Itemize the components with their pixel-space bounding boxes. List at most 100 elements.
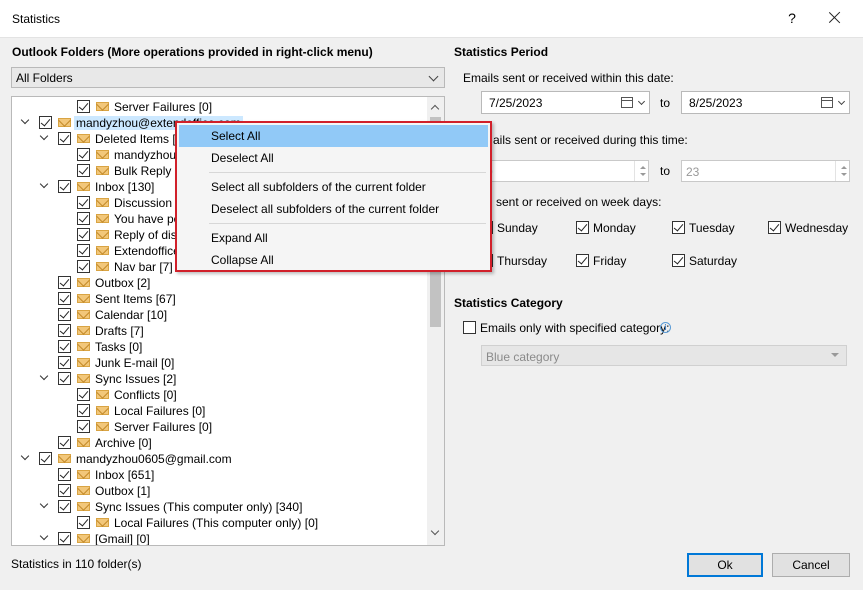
tree-row[interactable]: Local Failures [0] xyxy=(12,403,427,419)
folder-checkbox[interactable] xyxy=(58,324,71,337)
tree-row[interactable]: Sent Items [67] xyxy=(12,291,427,307)
tree-row[interactable]: Junk E-mail [0] xyxy=(12,355,427,371)
tree-row[interactable]: mandyzhou0605@gmail.com xyxy=(12,451,427,467)
folder-checkbox[interactable] xyxy=(58,276,71,289)
folder-checkbox[interactable] xyxy=(77,404,90,417)
scroll-up-icon[interactable] xyxy=(431,103,439,111)
tree-row[interactable]: Calendar [10] xyxy=(12,307,427,323)
title-bar: Statistics ? xyxy=(0,0,863,38)
chevron-down-icon[interactable] xyxy=(39,373,49,383)
tree-row[interactable]: Drafts [7] xyxy=(12,323,427,339)
folder-checkbox[interactable] xyxy=(58,180,71,193)
tree-row-label: Outbox [1] xyxy=(95,484,151,498)
context-menu-item[interactable]: Select All xyxy=(179,125,488,147)
chevron-down-icon[interactable] xyxy=(39,501,49,511)
chevron-down-icon[interactable] xyxy=(20,117,30,127)
tree-row[interactable]: Inbox [651] xyxy=(12,467,427,483)
context-menu-item[interactable]: Select all subfolders of the current fol… xyxy=(179,176,488,198)
close-icon[interactable] xyxy=(825,8,845,28)
mail-folder-icon xyxy=(96,150,109,159)
folder-checkbox[interactable] xyxy=(77,420,90,433)
folder-checkbox[interactable] xyxy=(58,356,71,369)
chevron-down-icon[interactable] xyxy=(39,533,49,543)
tuesday-checkbox[interactable] xyxy=(672,221,685,234)
category-select[interactable]: Blue category xyxy=(481,345,847,366)
tree-row-label: mandyzhou0605@gmail.com xyxy=(76,452,232,466)
spin-up-icon[interactable] xyxy=(639,164,646,170)
folder-checkbox[interactable] xyxy=(77,148,90,161)
tree-row[interactable]: Server Failures [0] xyxy=(12,419,427,435)
time-from-spinner[interactable]: 0 xyxy=(481,160,649,182)
help-button[interactable]: ? xyxy=(782,8,802,28)
mail-folder-icon xyxy=(96,262,109,271)
folder-checkbox[interactable] xyxy=(77,196,90,209)
folder-checkbox[interactable] xyxy=(39,452,52,465)
mail-folder-icon xyxy=(77,374,90,383)
folder-checkbox[interactable] xyxy=(58,436,71,449)
mail-folder-icon xyxy=(96,214,109,223)
saturday-checkbox[interactable] xyxy=(672,254,685,267)
mail-folder-icon xyxy=(96,246,109,255)
folder-checkbox[interactable] xyxy=(77,212,90,225)
tree-row-label: Sent Items [67] xyxy=(95,292,176,306)
tree-row[interactable]: [Gmail] [0] xyxy=(12,531,427,545)
tree-row[interactable]: Outbox [1] xyxy=(12,483,427,499)
tree-row-label: Sync Issues (This computer only) [340] xyxy=(95,500,303,514)
spin-down-icon[interactable] xyxy=(639,173,646,179)
tree-row[interactable]: Conflicts [0] xyxy=(12,387,427,403)
tree-row[interactable]: Sync Issues [2] xyxy=(12,371,427,387)
mail-folder-icon xyxy=(77,502,90,511)
spin-up-icon[interactable] xyxy=(840,164,847,170)
context-menu-item[interactable]: Expand All xyxy=(179,227,488,249)
ok-button[interactable]: Ok xyxy=(687,553,763,577)
folder-checkbox[interactable] xyxy=(58,500,71,513)
folder-checkbox[interactable] xyxy=(77,388,90,401)
time-to-value: 23 xyxy=(686,165,700,179)
folder-checkbox[interactable] xyxy=(77,100,90,113)
spin-down-icon[interactable] xyxy=(840,173,847,179)
period-section-label: Statistics Period xyxy=(454,45,549,59)
tree-row-label: Deleted Items [4] xyxy=(95,132,186,146)
time-to-spinner[interactable]: 23 xyxy=(681,160,850,182)
context-menu-item[interactable]: Deselect All xyxy=(179,147,488,169)
category-checkbox[interactable] xyxy=(463,321,476,334)
tree-row[interactable]: Tasks [0] xyxy=(12,339,427,355)
info-icon[interactable]: i xyxy=(660,322,671,333)
date-from-picker[interactable]: 7/25/2023 xyxy=(481,91,650,114)
folder-checkbox[interactable] xyxy=(77,164,90,177)
tree-row[interactable]: Server Failures [0] xyxy=(12,99,427,115)
context-menu-item[interactable]: Collapse All xyxy=(179,249,488,271)
folder-checkbox[interactable] xyxy=(58,532,71,545)
folder-checkbox[interactable] xyxy=(58,292,71,305)
chevron-down-icon[interactable] xyxy=(20,453,30,463)
folder-checkbox[interactable] xyxy=(77,244,90,257)
folder-checkbox[interactable] xyxy=(58,340,71,353)
folder-checkbox[interactable] xyxy=(58,484,71,497)
tree-row[interactable]: Archive [0] xyxy=(12,435,427,451)
folder-checkbox[interactable] xyxy=(77,516,90,529)
folder-checkbox[interactable] xyxy=(58,308,71,321)
cancel-button[interactable]: Cancel xyxy=(772,553,850,577)
tree-row[interactable]: Sync Issues (This computer only) [340] xyxy=(12,499,427,515)
wednesday-checkbox[interactable] xyxy=(768,221,781,234)
weekday-label: sent or received on week days: xyxy=(496,195,662,209)
folder-filter-select[interactable]: All Folders xyxy=(11,67,445,88)
folder-checkbox[interactable] xyxy=(58,132,71,145)
mail-folder-icon xyxy=(96,198,109,207)
date-to-picker[interactable]: 8/25/2023 xyxy=(681,91,850,114)
friday-checkbox[interactable] xyxy=(576,254,589,267)
folder-checkbox[interactable] xyxy=(77,260,90,273)
scroll-down-icon[interactable] xyxy=(431,529,439,537)
tree-row[interactable]: Outbox [2] xyxy=(12,275,427,291)
folder-checkbox[interactable] xyxy=(39,116,52,129)
chevron-down-icon[interactable] xyxy=(39,133,49,143)
context-menu-item[interactable]: Deselect all subfolders of the current f… xyxy=(179,198,488,220)
folder-checkbox[interactable] xyxy=(58,468,71,481)
chevron-down-icon[interactable] xyxy=(39,181,49,191)
monday-checkbox[interactable] xyxy=(576,221,589,234)
folder-checkbox[interactable] xyxy=(58,372,71,385)
tree-row[interactable]: Local Failures (This computer only) [0] xyxy=(12,515,427,531)
folder-checkbox[interactable] xyxy=(77,228,90,241)
tree-row-label: Extendoffice xyxy=(114,244,180,258)
mail-folder-icon xyxy=(77,534,90,543)
